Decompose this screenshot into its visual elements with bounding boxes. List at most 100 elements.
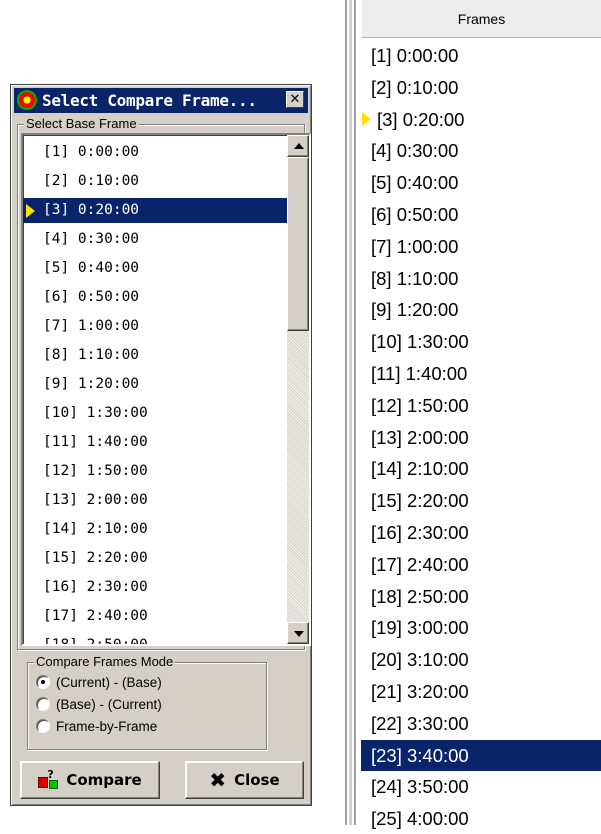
base-frame-listbox[interactable]: [18] 2:50:00 [17] 2:40:00 [16] 2:30:00 [15]… [21,133,311,646]
base-frame-list-item[interactable]: [12] 1:50:00 [23,459,287,484]
frames-list-item[interactable]: [5] 0:40:00 [361,167,601,198]
base-frame-list-item[interactable]: [18] 2:50:00 [23,633,287,646]
frames-list-item[interactable]: [19] 3:00:00 [361,612,601,643]
base-frame-list-item[interactable]: [14] 2:10:00 [23,517,287,542]
base-frame-list-item[interactable]: [11] 1:40:00 [23,430,287,455]
frames-list-item[interactable]: [7] 1:00:00 [361,231,601,262]
base-frame-list-item[interactable]: [7] 1:00:00 [23,314,287,339]
frames-list-item-label: [8] 1:10:00 [371,267,459,289]
base-frame-list-item[interactable]: [13] 2:00:00 [23,488,287,513]
dialog-titlebar[interactable]: Select Compare Frame... ✕ [14,88,308,113]
compare-mode-option[interactable]: (Base) - (Current) [36,695,162,715]
frames-list-item-label: [22] 3:30:00 [371,712,469,734]
base-frame-list-item[interactable]: [10] 1:30:00 [23,401,287,426]
base-frame-list-item-label: [7] 1:00:00 [43,318,140,334]
scroll-up-button[interactable] [287,135,309,157]
base-frame-list-item[interactable]: [15] 2:20:00 [23,546,287,571]
frames-list-item[interactable]: [25] 4:00:00 [361,803,601,834]
frames-list-item[interactable]: [8] 1:10:00 [361,263,601,294]
frames-list-item[interactable]: [1] 0:00:00 [361,40,601,71]
frames-list-item[interactable]: [12] 1:50:00 [361,390,601,421]
frames-list-item[interactable]: [16] 2:30:00 [361,517,601,548]
frames-list-item-label: [13] 2:00:00 [371,426,469,448]
frames-list-item[interactable]: [3] 0:20:00 [361,104,601,135]
frames-list-item[interactable]: [2] 0:10:00 [361,72,601,103]
frames-list-item-label: [10] 1:30:00 [371,331,469,353]
base-frame-group-label: Select Base Frame [24,116,139,131]
frames-list-item[interactable]: [21] 3:20:00 [361,676,601,707]
panel-splitter[interactable] [345,0,356,825]
frames-list-item-label: [3] 0:20:00 [377,108,465,130]
frames-list-item[interactable]: [18] 2:50:00 [361,581,601,612]
base-frame-list-item[interactable]: [3] 0:20:00 [23,198,287,223]
frames-list-item-label: [4] 0:30:00 [371,140,459,162]
frames-list-item[interactable]: [17] 2:40:00 [361,549,601,580]
base-frame-list-item-label: [18] 2:50:00 [43,637,148,646]
base-frame-list-item[interactable]: [4] 0:30:00 [23,227,287,252]
base-frame-list-item[interactable]: [6] 0:50:00 [23,285,287,310]
x-icon: ✖ [209,768,227,792]
frames-list-item-label: [19] 3:00:00 [371,617,469,639]
frames-list-item[interactable]: [4] 0:30:00 [361,135,601,166]
frames-list-item-label: [17] 2:40:00 [371,553,469,575]
base-frame-list-item[interactable]: [16] 2:30:00 [23,575,287,600]
frames-list-item[interactable]: [10] 1:30:00 [361,326,601,357]
compare-mode-option[interactable]: Frame-by-Frame [36,717,157,737]
scroll-thumb[interactable] [287,157,309,331]
current-frame-marker-icon [362,111,371,126]
compare-mode-option[interactable]: (Current) - (Base) [36,673,162,693]
frames-list-item[interactable]: [14] 2:10:00 [361,453,601,484]
base-frame-list-item-label: [1] 0:00:00 [43,144,140,160]
app-icon [17,90,37,110]
base-frame-list-item-label: [2] 0:10:00 [43,173,140,189]
compare-mode-option-label: (Base) - (Current) [56,697,162,712]
base-frame-list-item-label: [8] 1:10:00 [43,347,140,363]
compare-mode-option-label: (Current) - (Base) [56,675,162,690]
frames-list-item[interactable]: [24] 3:50:00 [361,771,601,802]
radio-unchecked-icon[interactable] [36,719,50,733]
frames-list-item[interactable]: [20] 3:10:00 [361,644,601,675]
arrow-down-icon [294,631,304,637]
base-frame-list-item[interactable]: [5] 0:40:00 [23,256,287,281]
listbox-scrollbar[interactable] [287,135,309,644]
base-frame-list-item[interactable]: [9] 1:20:00 [23,372,287,397]
base-frame-list-item-label: [17] 2:40:00 [43,608,148,624]
frames-list-item[interactable]: [13] 2:00:00 [361,422,601,453]
close-button[interactable]: ✖ Close [185,761,304,799]
frames-list-item[interactable]: [15] 2:20:00 [361,485,601,516]
base-frame-list-item-label: [6] 0:50:00 [43,289,140,305]
base-frame-list-item[interactable]: [8] 1:10:00 [23,343,287,368]
frames-list-item-label: [24] 3:50:00 [371,776,469,798]
frames-list-item-label: [7] 1:00:00 [371,235,459,257]
compare-mode-option-label: Frame-by-Frame [56,719,158,734]
radio-checked-icon[interactable] [36,675,50,689]
base-frame-list-item-label: [14] 2:10:00 [43,521,148,537]
base-frame-list-item-label: [9] 1:20:00 [43,376,140,392]
frames-list-item[interactable]: [11] 1:40:00 [361,358,601,389]
frames-list-item[interactable]: [23] 3:40:00 [361,739,601,771]
base-frame-list-item-label: [3] 0:20:00 [43,202,140,218]
arrow-up-icon [294,143,304,149]
base-frame-list-item-label: [4] 0:30:00 [43,231,140,247]
frames-list-item[interactable]: [9] 1:20:00 [361,294,601,325]
compare-mode-group-label: Compare Frames Mode [34,654,176,669]
compare-button[interactable]: ? Compare [20,761,160,799]
frames-column-header[interactable]: Frames [361,0,601,38]
frames-list-item-label: [20] 3:10:00 [371,649,469,671]
frames-list-item-label: [21] 3:20:00 [371,681,469,702]
scroll-down-button[interactable] [287,622,309,644]
close-icon[interactable]: ✕ [286,91,304,108]
base-frame-list-item[interactable]: [2] 0:10:00 [23,169,287,194]
frames-list-item-label: [1] 0:00:00 [371,45,459,66]
base-frame-list-item[interactable]: [17] 2:40:00 [23,604,287,629]
base-frame-list-item-label: [15] 2:20:00 [43,550,148,566]
frames-list-item-label: [6] 0:50:00 [371,204,459,225]
frames-list-item[interactable]: [22] 3:30:00 [361,708,601,739]
base-frame-list-item-label: [11] 1:40:00 [43,434,148,450]
base-frame-list-item[interactable]: [1] 0:00:00 [23,140,287,165]
frames-list-item-label: [23] 3:40:00 [371,744,469,766]
frames-list-item-label: [2] 0:10:00 [371,76,459,98]
frames-list-item[interactable]: [6] 0:50:00 [361,199,601,230]
radio-unchecked-icon[interactable] [36,697,50,711]
frames-list-item-label: [15] 2:20:00 [371,490,469,512]
